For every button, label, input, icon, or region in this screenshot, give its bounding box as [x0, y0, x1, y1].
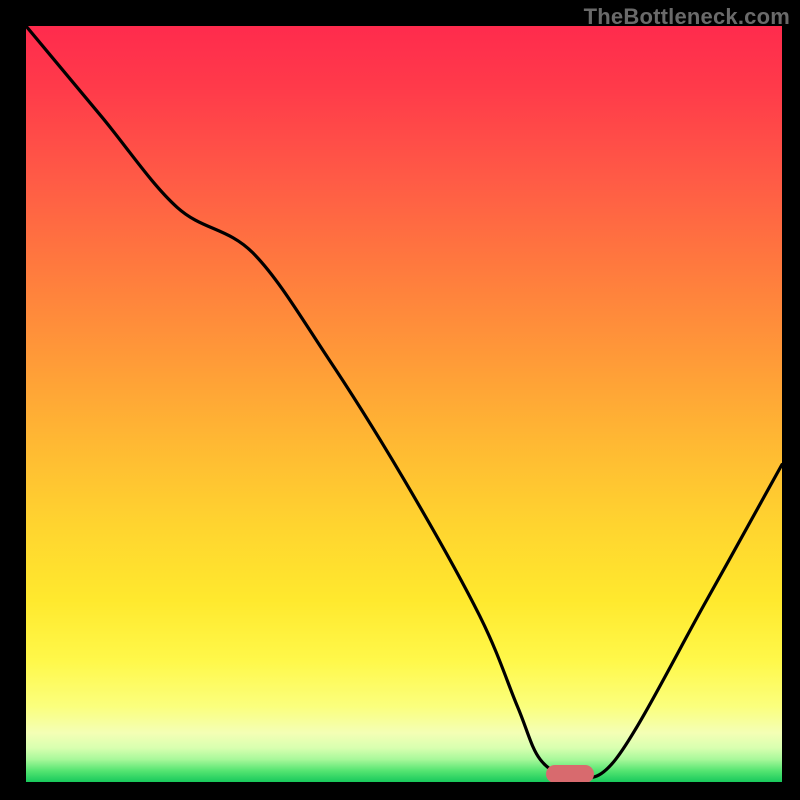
plot-area	[26, 26, 782, 782]
optimum-marker	[546, 765, 594, 782]
curve-path	[26, 26, 782, 778]
bottleneck-curve	[26, 26, 782, 782]
chart-frame: TheBottleneck.com	[0, 0, 800, 800]
watermark-text: TheBottleneck.com	[584, 4, 790, 30]
